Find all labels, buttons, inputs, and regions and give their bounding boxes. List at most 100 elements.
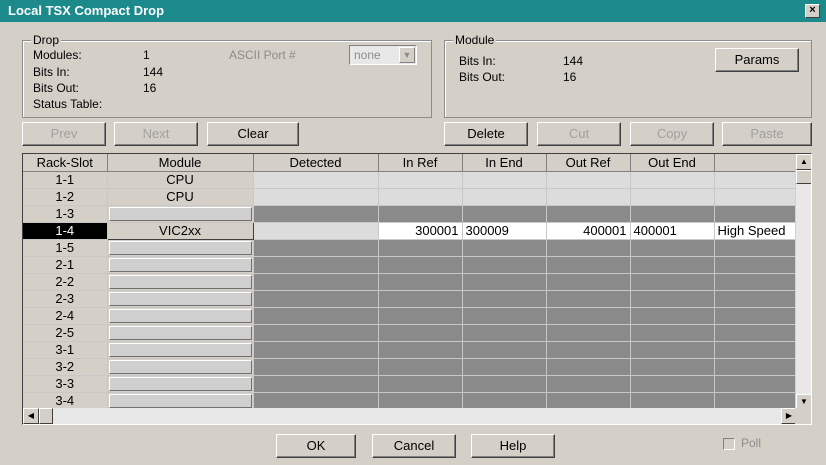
copy-button[interactable]: Copy [630, 122, 714, 146]
rack-slot-cell[interactable]: 1-2 [23, 188, 108, 206]
empty-slot-button[interactable] [108, 274, 252, 289]
table-row[interactable]: 1-3 [23, 205, 797, 223]
out-end-cell [630, 273, 715, 291]
table-row[interactable]: 3-1 [23, 341, 797, 359]
out-ref-cell [546, 256, 631, 274]
detected-cell [253, 341, 379, 359]
empty-slot-button[interactable] [108, 342, 252, 357]
module-cell[interactable]: VIC2xx [106, 221, 254, 240]
empty-slot-button[interactable] [108, 291, 252, 306]
rack-slot-cell[interactable]: 1-3 [23, 205, 108, 223]
column-header[interactable]: In End [462, 154, 547, 172]
vertical-scrollbar[interactable]: ▲ ▼ [795, 154, 811, 410]
module-cell[interactable]: CPU [107, 188, 254, 206]
out-ref-cell [546, 341, 631, 359]
chevron-down-icon[interactable]: ▼ [399, 47, 415, 63]
table-row[interactable]: 2-1 [23, 256, 797, 274]
help-button[interactable]: Help [471, 434, 555, 458]
in-ref-field[interactable]: 300001 [377, 221, 463, 240]
module-cell[interactable] [107, 392, 254, 410]
table-row[interactable]: 2-4 [23, 307, 797, 325]
table-row[interactable]: 3-2 [23, 358, 797, 376]
table-row[interactable]: 1-1 CPU [23, 171, 797, 189]
rack-slot-cell[interactable]: 3-4 [23, 392, 108, 410]
module-cell[interactable] [107, 256, 254, 274]
detected-cell [253, 392, 379, 410]
scroll-thumb[interactable] [796, 170, 811, 184]
module-bits-in-value: 144 [563, 54, 584, 68]
table-row[interactable]: 3-3 [23, 375, 797, 393]
next-button[interactable]: Next [114, 122, 198, 146]
table-row[interactable]: 2-5 [23, 324, 797, 342]
description-cell [714, 392, 797, 410]
empty-slot-button[interactable] [108, 393, 252, 408]
module-cell[interactable] [107, 273, 254, 291]
close-button[interactable]: × [805, 4, 820, 18]
rack-slot-cell[interactable]: 2-3 [23, 290, 108, 308]
table-row[interactable]: 1-5 [23, 239, 797, 257]
in-ref-cell [378, 273, 463, 291]
cancel-button[interactable]: Cancel [372, 434, 456, 458]
close-icon: × [809, 4, 816, 16]
paste-button[interactable]: Paste [722, 122, 812, 146]
empty-slot-button[interactable] [108, 376, 252, 391]
table-row[interactable]: 2-2 [23, 273, 797, 291]
cut-button[interactable]: Cut [537, 122, 621, 146]
empty-slot-button[interactable] [108, 240, 252, 255]
params-button[interactable]: Params [715, 48, 799, 72]
detected-cell [253, 239, 379, 257]
empty-slot-button[interactable] [108, 359, 252, 374]
ok-button[interactable]: OK [276, 434, 356, 458]
rack-slot-cell[interactable]: 3-1 [23, 341, 108, 359]
rack-slot-cell[interactable]: 2-2 [23, 273, 108, 291]
module-cell[interactable] [107, 239, 254, 257]
description-cell [714, 290, 797, 308]
ascii-port-select[interactable]: none ▼ [349, 45, 417, 65]
in-end-cell [462, 205, 547, 223]
module-cell[interactable]: CPU [107, 171, 254, 189]
table-row[interactable]: 2-3 [23, 290, 797, 308]
column-header[interactable]: Out End [630, 154, 715, 172]
rack-slot-cell[interactable]: 1-5 [23, 239, 108, 257]
table-row[interactable]: 1-2 CPU [23, 188, 797, 206]
module-cell[interactable] [107, 375, 254, 393]
module-cell[interactable] [107, 205, 254, 223]
hscroll-thumb[interactable] [39, 408, 53, 424]
column-header[interactable] [714, 154, 797, 172]
table-row[interactable]: 3-4 [23, 392, 797, 410]
column-header[interactable]: Out Ref [546, 154, 631, 172]
prev-button[interactable]: Prev [22, 122, 106, 146]
module-cell[interactable] [107, 358, 254, 376]
empty-slot-button[interactable] [108, 206, 252, 221]
module-cell[interactable] [107, 290, 254, 308]
scroll-left-icon[interactable]: ◀ [23, 408, 39, 424]
rack-slot-cell[interactable]: 2-5 [23, 324, 108, 342]
out-ref-field[interactable]: 400001 [545, 221, 631, 240]
horizontal-scrollbar[interactable]: ◀ ▶ [23, 408, 797, 424]
column-header[interactable]: In Ref [378, 154, 463, 172]
clear-button[interactable]: Clear [207, 122, 299, 146]
column-header[interactable]: Rack-Slot [23, 154, 108, 172]
rack-slot-cell[interactable]: 3-2 [23, 358, 108, 376]
module-cell[interactable] [107, 324, 254, 342]
description-cell [714, 307, 797, 325]
delete-button[interactable]: Delete [444, 122, 528, 146]
rack-slot-cell[interactable]: 1-1 [23, 171, 108, 189]
column-header[interactable]: Detected [253, 154, 379, 172]
rack-slot-cell[interactable]: 2-1 [23, 256, 108, 274]
empty-slot-button[interactable] [108, 325, 252, 340]
rack-slot-cell[interactable]: 2-4 [23, 307, 108, 325]
module-bits-in-label: Bits In: [459, 54, 496, 68]
dialog-window: Local TSX Compact Drop × Drop Modules: 1… [0, 0, 826, 465]
table-row[interactable]: 1-4 VIC2xx 300001 300009 400001 400001 High Sp… [23, 221, 797, 240]
poll-checkbox[interactable] [723, 438, 735, 450]
drop-group: Drop Modules: 1 Bits In: 144 Bits Out: 1… [22, 33, 432, 118]
rack-slot-cell[interactable]: 3-3 [23, 375, 108, 393]
empty-slot-button[interactable] [108, 257, 252, 272]
module-cell[interactable] [107, 307, 254, 325]
scroll-up-icon[interactable]: ▲ [796, 154, 811, 170]
module-cell[interactable] [107, 341, 254, 359]
empty-slot-button[interactable] [108, 308, 252, 323]
rack-slot-cell[interactable]: 1-4 [23, 222, 108, 240]
column-header[interactable]: Module [107, 154, 254, 172]
